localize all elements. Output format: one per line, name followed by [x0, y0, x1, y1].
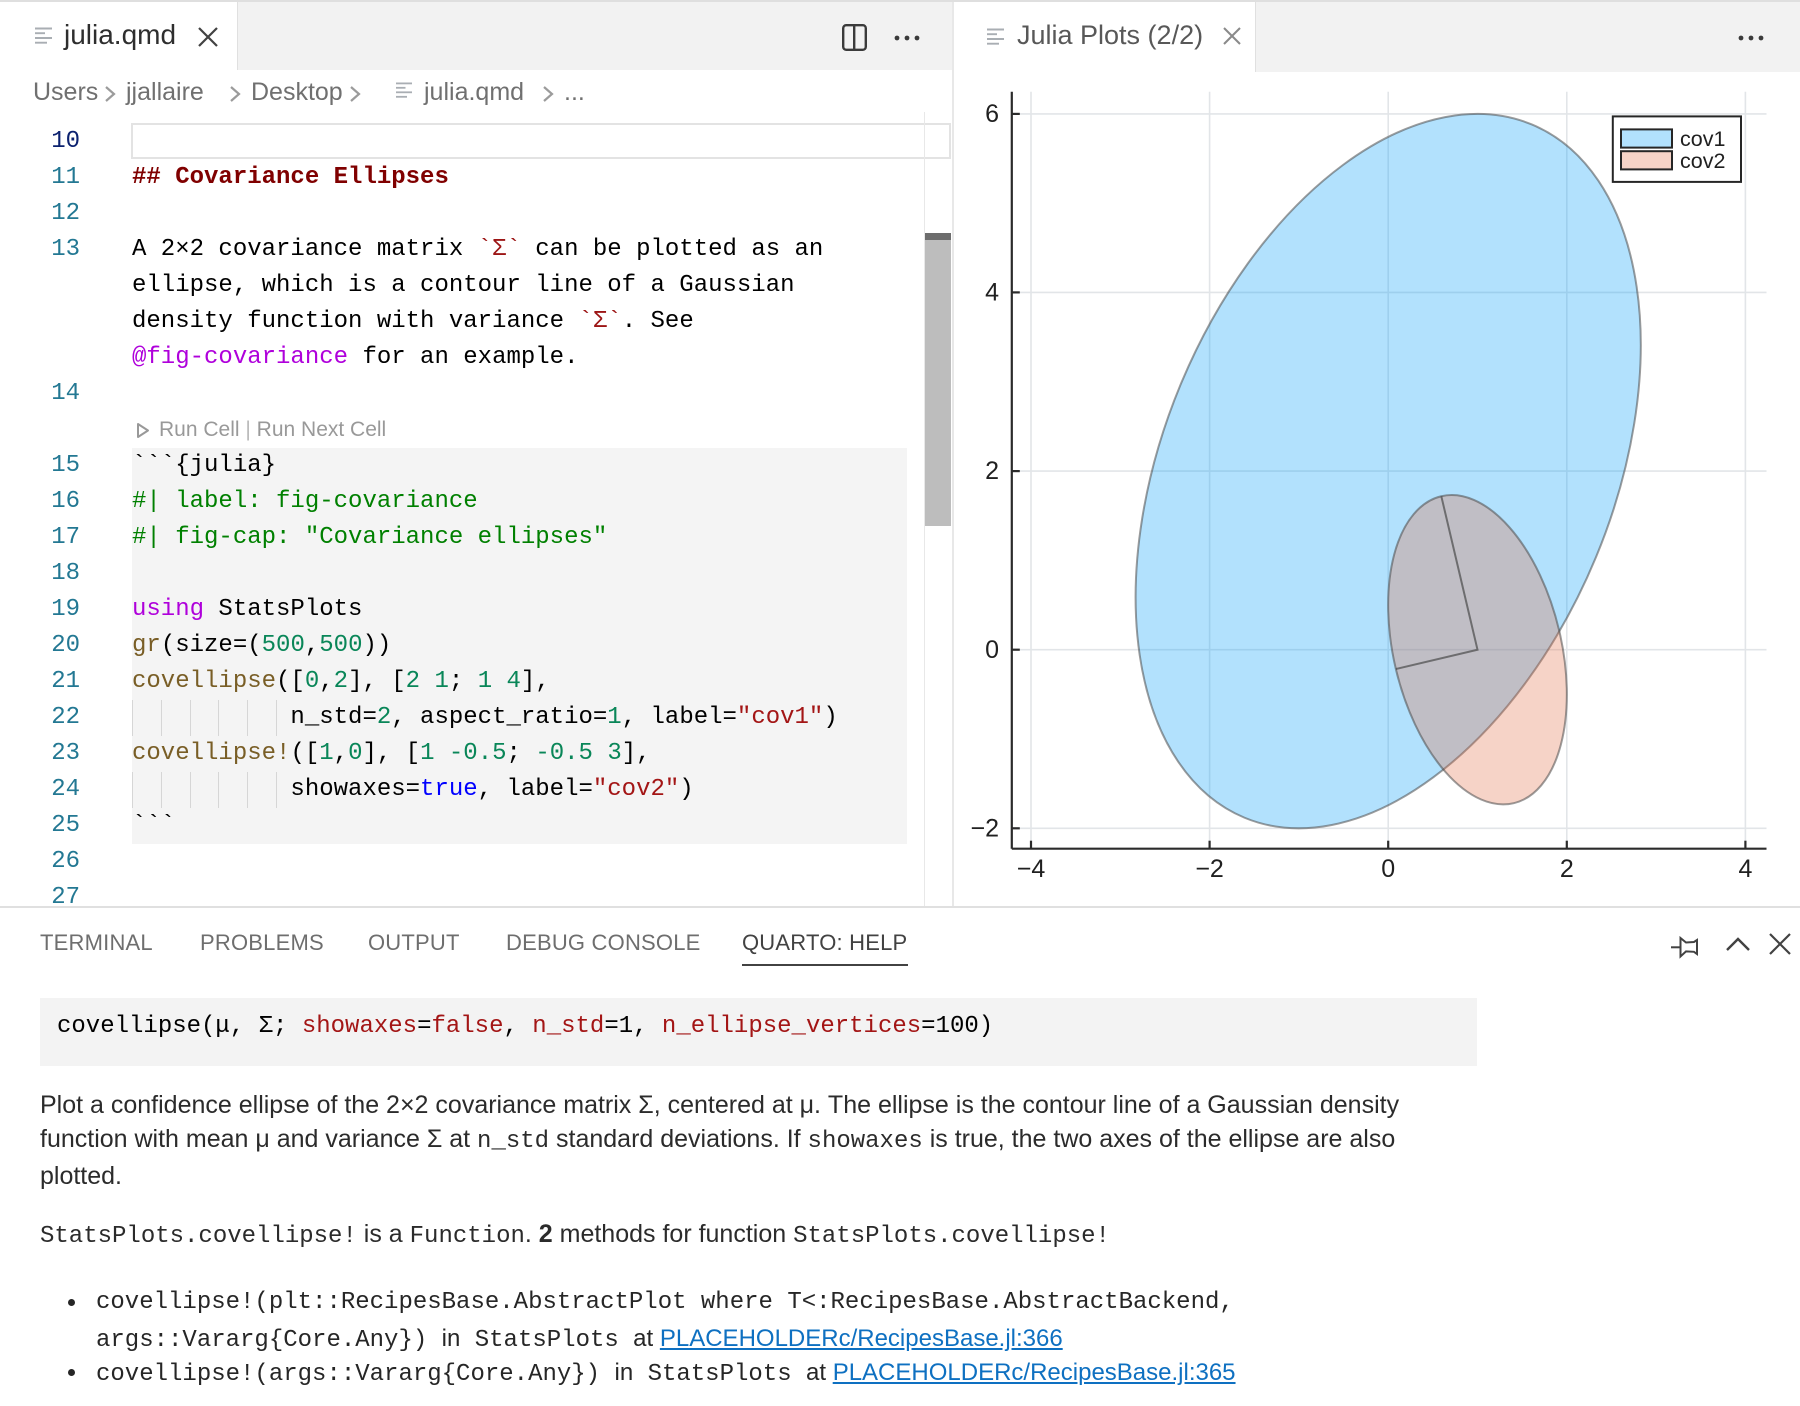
svg-text:2: 2 [985, 457, 999, 485]
svg-text:−4: −4 [1017, 855, 1046, 883]
svg-text:2: 2 [1560, 855, 1574, 883]
svg-text:−2: −2 [970, 814, 999, 842]
svg-text:cov1: cov1 [1680, 127, 1725, 151]
svg-text:0: 0 [1381, 855, 1395, 883]
svg-text:cov2: cov2 [1680, 149, 1725, 173]
svg-text:4: 4 [1738, 855, 1752, 883]
svg-text:0: 0 [985, 636, 999, 664]
svg-text:−2: −2 [1195, 855, 1224, 883]
svg-text:6: 6 [985, 100, 999, 128]
svg-text:4: 4 [985, 279, 999, 307]
